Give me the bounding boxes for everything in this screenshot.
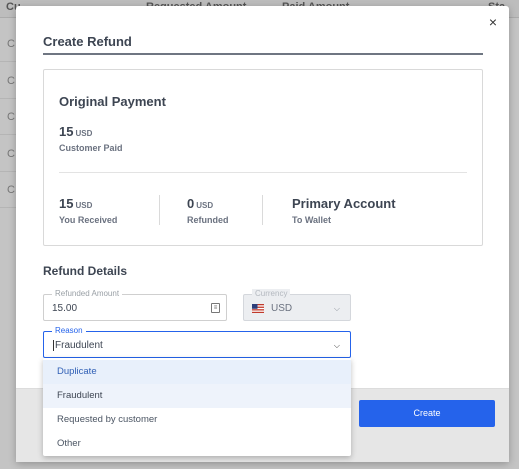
currency-code: USD (196, 201, 214, 210)
background-row: C (0, 62, 16, 99)
reason-value: Fraudulent (55, 340, 103, 351)
currency-value: USD (271, 303, 293, 314)
currency-code: USD (75, 201, 93, 210)
card-divider (59, 172, 467, 173)
create-refund-modal: × Create Refund Original Payment 15 USD C… (16, 6, 509, 462)
customer-paid-label: Customer Paid (59, 143, 123, 153)
background-row: C (0, 98, 16, 135)
reason-option-fraudulent[interactable]: Fraudulent (43, 384, 351, 408)
you-received-amount: 15 USD (59, 196, 93, 211)
refunded-label: Refunded (187, 215, 229, 225)
refunded-amount-field[interactable]: Refunded Amount 15.00 ≡ (43, 289, 227, 321)
currency-code: USD (75, 129, 93, 138)
column-separator (262, 195, 263, 225)
background-row: C (0, 25, 16, 62)
refunded-amount: 0 USD (187, 196, 214, 211)
reason-label: Reason (52, 326, 86, 336)
to-wallet-label: To Wallet (292, 215, 331, 225)
chevron-down-icon[interactable]: ⌵ (334, 341, 340, 351)
customer-paid-amount: 15 USD (59, 124, 93, 139)
account-name: Primary Account (292, 196, 396, 211)
text-cursor (53, 340, 54, 351)
original-payment-heading: Original Payment (59, 94, 166, 109)
create-button[interactable]: Create (359, 400, 495, 427)
reason-select[interactable]: Reason Fraudulent ⌵ (43, 326, 351, 358)
background-row: C (0, 135, 16, 172)
reason-option-other[interactable]: Other (43, 432, 351, 456)
original-payment-card: Original Payment 15 USD Customer Paid 15 U… (43, 69, 483, 246)
reason-dropdown-menu: Duplicate Fraudulent Requested by custom… (43, 358, 351, 456)
us-flag-icon (252, 304, 264, 313)
background-row: C (0, 171, 16, 208)
modal-title: Create Refund (43, 34, 132, 49)
stepper-icon[interactable]: ≡ (211, 303, 220, 313)
chevron-down-icon: ⌵ (333, 304, 340, 313)
reason-option-duplicate[interactable]: Duplicate (43, 360, 351, 384)
currency-label: Currency (252, 289, 291, 299)
reason-option-requested-by-customer[interactable]: Requested by customer (43, 408, 351, 432)
you-received-label: You Received (59, 215, 118, 225)
close-icon[interactable]: × (489, 15, 497, 29)
column-separator (159, 195, 160, 225)
refunded-amount-label: Refunded Amount (52, 289, 123, 299)
title-divider (43, 53, 483, 55)
currency-select[interactable]: Currency USD ⌵ (243, 289, 351, 321)
refund-details-heading: Refund Details (43, 264, 128, 278)
refunded-amount-input[interactable]: 15.00 (52, 303, 77, 314)
